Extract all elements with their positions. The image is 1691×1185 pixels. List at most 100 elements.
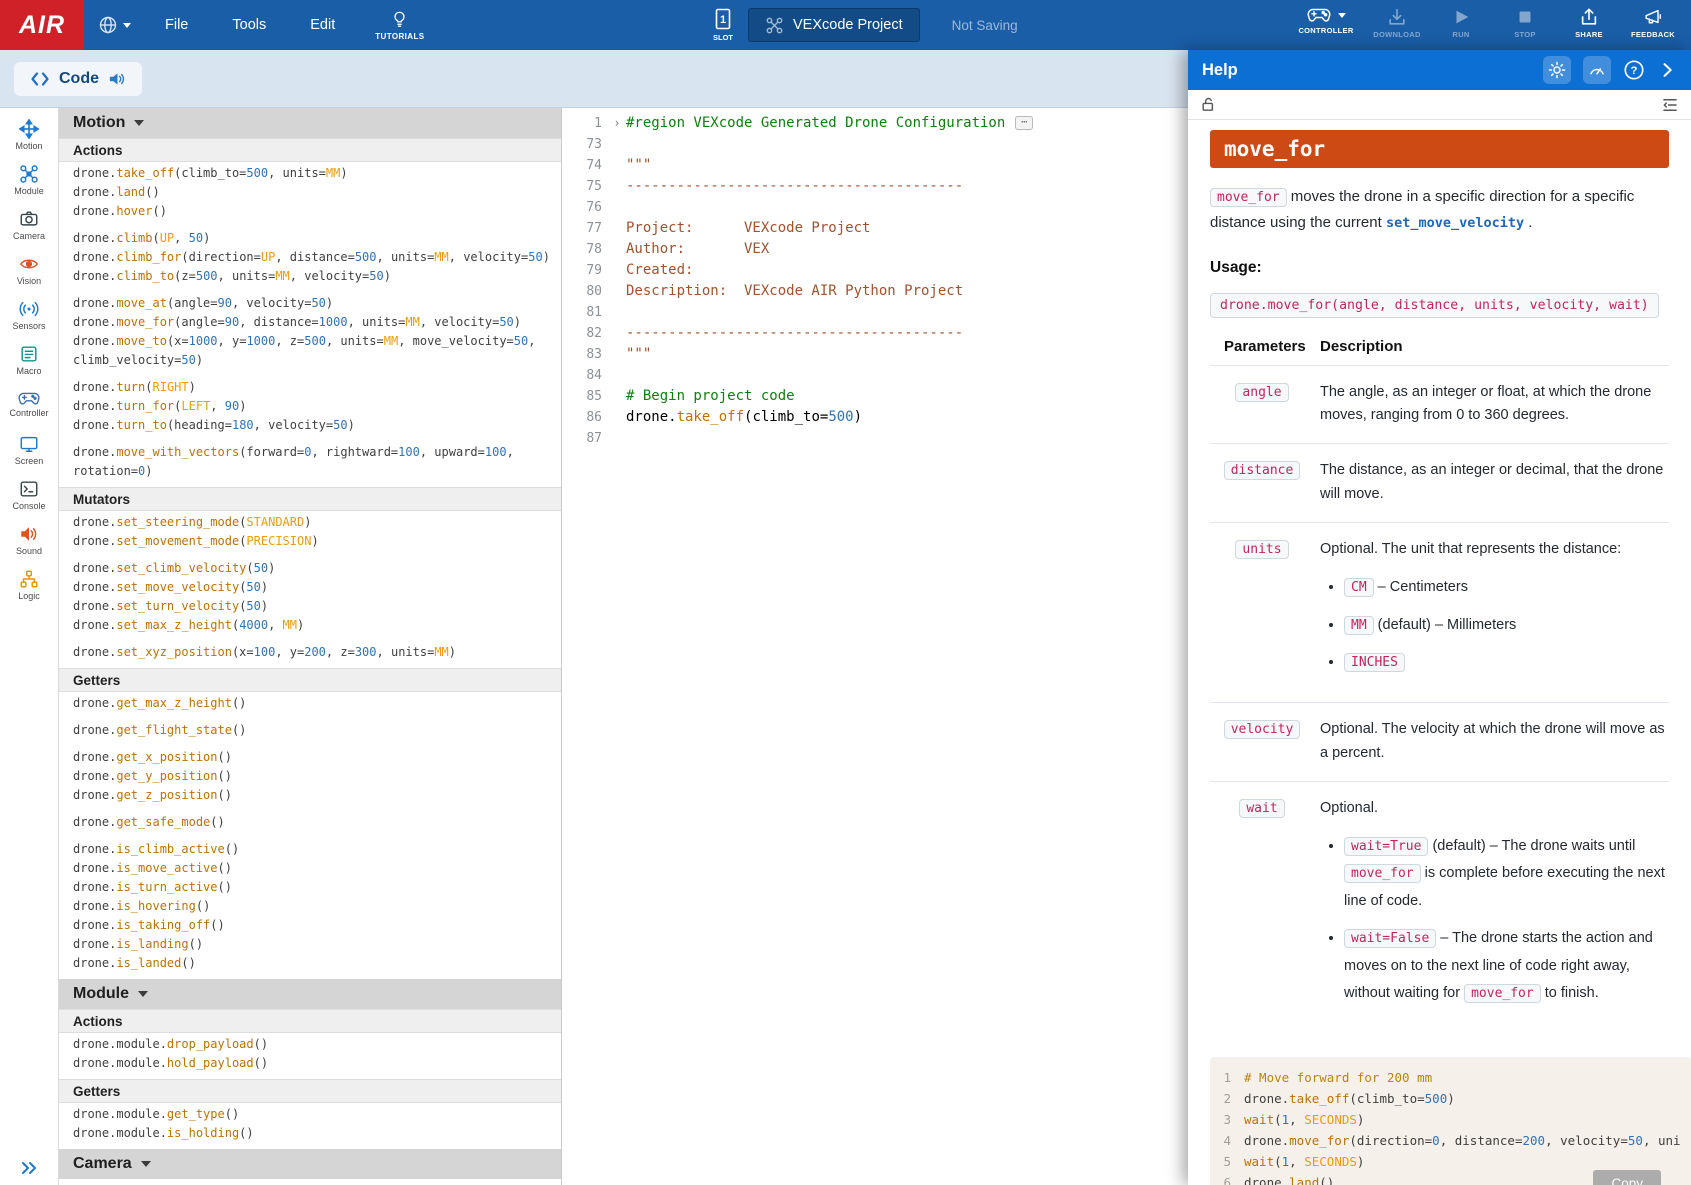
svg-text:?: ? (1631, 65, 1638, 77)
speaker-icon[interactable] (108, 71, 126, 87)
param-chip: units (1235, 540, 1288, 559)
slot-button[interactable]: 1 SLOT (712, 8, 734, 42)
code-snippet[interactable]: drone.climb_for(direction=UP, distance=5… (73, 248, 555, 267)
tutorials-button[interactable]: TUTORIALS (357, 0, 442, 50)
code-tab[interactable]: Code (14, 62, 142, 96)
param-row-distance: distanceThe distance, as an integer or d… (1210, 443, 1669, 522)
rail-item-motion[interactable]: Motion (0, 112, 58, 157)
terminal-icon (19, 479, 39, 499)
rail-item-camera[interactable]: Camera (0, 202, 58, 247)
topbar-actions: CONTROLLER DOWNLOAD RUN STOP (1289, 0, 1691, 50)
code-snippet[interactable]: drone.is_taking_off() (73, 916, 555, 935)
code-snippet[interactable]: drone.turn(RIGHT) (73, 378, 555, 397)
palette-section-motion[interactable]: Motion (59, 108, 561, 138)
help-about-button[interactable]: ? (1623, 59, 1645, 81)
chevron-down-icon[interactable] (1338, 13, 1346, 18)
rail-item-module[interactable]: Module (0, 157, 58, 202)
code-snippet[interactable]: drone.module.get_type() (73, 1105, 555, 1124)
code-snippet[interactable]: drone.is_move_active() (73, 859, 555, 878)
language-menu[interactable] (84, 0, 143, 50)
menu-file[interactable]: File (143, 0, 210, 50)
feedback-button[interactable]: FEEDBACK (1623, 5, 1683, 39)
code-snippet[interactable]: drone.land() (73, 183, 555, 202)
rail-item-macro[interactable]: Macro (0, 337, 58, 382)
palette-section-module[interactable]: Module (59, 979, 561, 1009)
rail-item-sound[interactable]: Sound (0, 517, 58, 562)
code-snippet[interactable]: drone.get_max_z_height() (73, 694, 555, 713)
copy-button[interactable]: Copy (1593, 1170, 1661, 1185)
menu-edit[interactable]: Edit (288, 0, 357, 50)
palette-section-camera[interactable]: Camera (59, 1149, 561, 1179)
code-snippet[interactable]: drone.is_landing() (73, 935, 555, 954)
rail-item-console[interactable]: Console (0, 472, 58, 517)
question-icon: ? (1623, 59, 1645, 81)
example-code-line: 5wait(1, SECONDS) (1210, 1151, 1691, 1172)
controller-button[interactable]: CONTROLLER (1289, 5, 1363, 35)
code-snippet[interactable]: drone.set_max_z_height(4000, MM) (73, 616, 555, 635)
rail-item-sensors[interactable]: Sensors (0, 292, 58, 337)
code-snippet[interactable]: drone.hover() (73, 202, 555, 221)
code-snippet[interactable]: drone.set_move_velocity(50) (73, 578, 555, 597)
code-snippet[interactable]: drone.move_to(x=1000, y=1000, z=500, uni… (73, 332, 555, 370)
svg-text:1: 1 (720, 14, 726, 26)
code-snippet[interactable]: drone.module.hold_payload() (73, 1054, 555, 1073)
motion-icon (19, 119, 39, 139)
code-snippet[interactable]: drone.turn_to(heading=180, velocity=50) (73, 416, 555, 435)
code-snippet[interactable]: drone.get_x_position() (73, 748, 555, 767)
example-code-line: 4drone.move_for(direction=0, distance=20… (1210, 1130, 1691, 1151)
code-snippet[interactable]: drone.move_for(angle=90, distance=1000, … (73, 313, 555, 332)
code-snippet[interactable]: drone.move_with_vectors(forward=0, right… (73, 443, 555, 481)
folded-region-icon[interactable]: ⋯ (1015, 116, 1033, 130)
collapse-panel-icon[interactable] (1661, 96, 1679, 114)
code-snippet[interactable]: drone.set_movement_mode(PRECISION) (73, 532, 555, 551)
code-link[interactable]: set_move_velocity (1386, 215, 1524, 231)
rail-item-vision[interactable]: Vision (0, 247, 58, 292)
help-settings-button[interactable] (1543, 56, 1571, 84)
code-snippet[interactable]: drone.set_steering_mode(STANDARD) (73, 513, 555, 532)
help-close-button[interactable] (1657, 60, 1677, 80)
help-dashboard-button[interactable] (1583, 56, 1611, 84)
panel-toggle-icon[interactable] (20, 1161, 38, 1175)
help-intro: move_for moves the drone in a specific d… (1210, 184, 1669, 237)
example-code-line: 1# Move forward for 200 mm (1210, 1067, 1691, 1088)
code-snippet[interactable]: drone.module.is_holding() (73, 1124, 555, 1143)
project-title-box[interactable]: VEXcode Project (748, 8, 920, 42)
code-snippet[interactable]: drone.set_turn_velocity(50) (73, 597, 555, 616)
unlock-icon[interactable] (1200, 96, 1217, 113)
code-snippet[interactable]: drone.module.drop_payload() (73, 1035, 555, 1054)
code-snippet[interactable]: drone.take_off(climb_to=500, units=MM) (73, 164, 555, 183)
code-snippet[interactable]: drone.is_turn_active() (73, 878, 555, 897)
rail-item-logic[interactable]: Logic (0, 562, 58, 607)
stop-button[interactable]: STOP (1495, 5, 1555, 39)
code-snippet[interactable]: drone.get_safe_mode() (73, 813, 555, 832)
rail-item-screen[interactable]: Screen (0, 427, 58, 472)
code-snippet[interactable]: drone.get_flight_state() (73, 721, 555, 740)
example-code: 1# Move forward for 200 mm2drone.take_of… (1210, 1067, 1691, 1185)
example-block: 1# Move forward for 200 mm2drone.take_of… (1210, 1057, 1691, 1185)
help-content[interactable]: move_for move_for moves the drone in a s… (1188, 120, 1691, 1185)
chevron-down-icon (141, 1161, 151, 1167)
code-snippet[interactable]: drone.get_z_position() (73, 786, 555, 805)
param-row-angle: angleThe angle, as an integer or float, … (1210, 365, 1669, 444)
download-button[interactable]: DOWNLOAD (1367, 5, 1427, 39)
code-snippet[interactable]: drone.is_climb_active() (73, 840, 555, 859)
command-palette[interactable]: MotionActionsdrone.take_off(climb_to=500… (59, 108, 562, 1185)
project-header: 1 SLOT VEXcode Project Not Saving (712, 0, 1018, 50)
code-snippet[interactable]: drone.turn_for(LEFT, 90) (73, 397, 555, 416)
code-snippet[interactable]: drone.set_xyz_position(x=100, y=200, z=3… (73, 643, 555, 662)
code-chip: move_for (1210, 188, 1287, 207)
air-logo: AIR (0, 0, 84, 50)
macro-list-icon (19, 344, 39, 364)
code-snippet[interactable]: drone.move_at(angle=90, velocity=50) (73, 294, 555, 313)
code-snippet[interactable]: drone.is_hovering() (73, 897, 555, 916)
menu-tools[interactable]: Tools (210, 0, 288, 50)
code-snippet[interactable]: drone.set_climb_velocity(50) (73, 559, 555, 578)
help-panel: Help ? (1188, 50, 1691, 1185)
code-snippet[interactable]: drone.climb(UP, 50) (73, 229, 555, 248)
run-button[interactable]: RUN (1431, 5, 1491, 39)
rail-item-controller[interactable]: Controller (0, 382, 58, 427)
code-snippet[interactable]: drone.is_landed() (73, 954, 555, 973)
code-snippet[interactable]: drone.climb_to(z=500, units=MM, velocity… (73, 267, 555, 286)
share-button[interactable]: SHARE (1559, 5, 1619, 39)
code-snippet[interactable]: drone.get_y_position() (73, 767, 555, 786)
